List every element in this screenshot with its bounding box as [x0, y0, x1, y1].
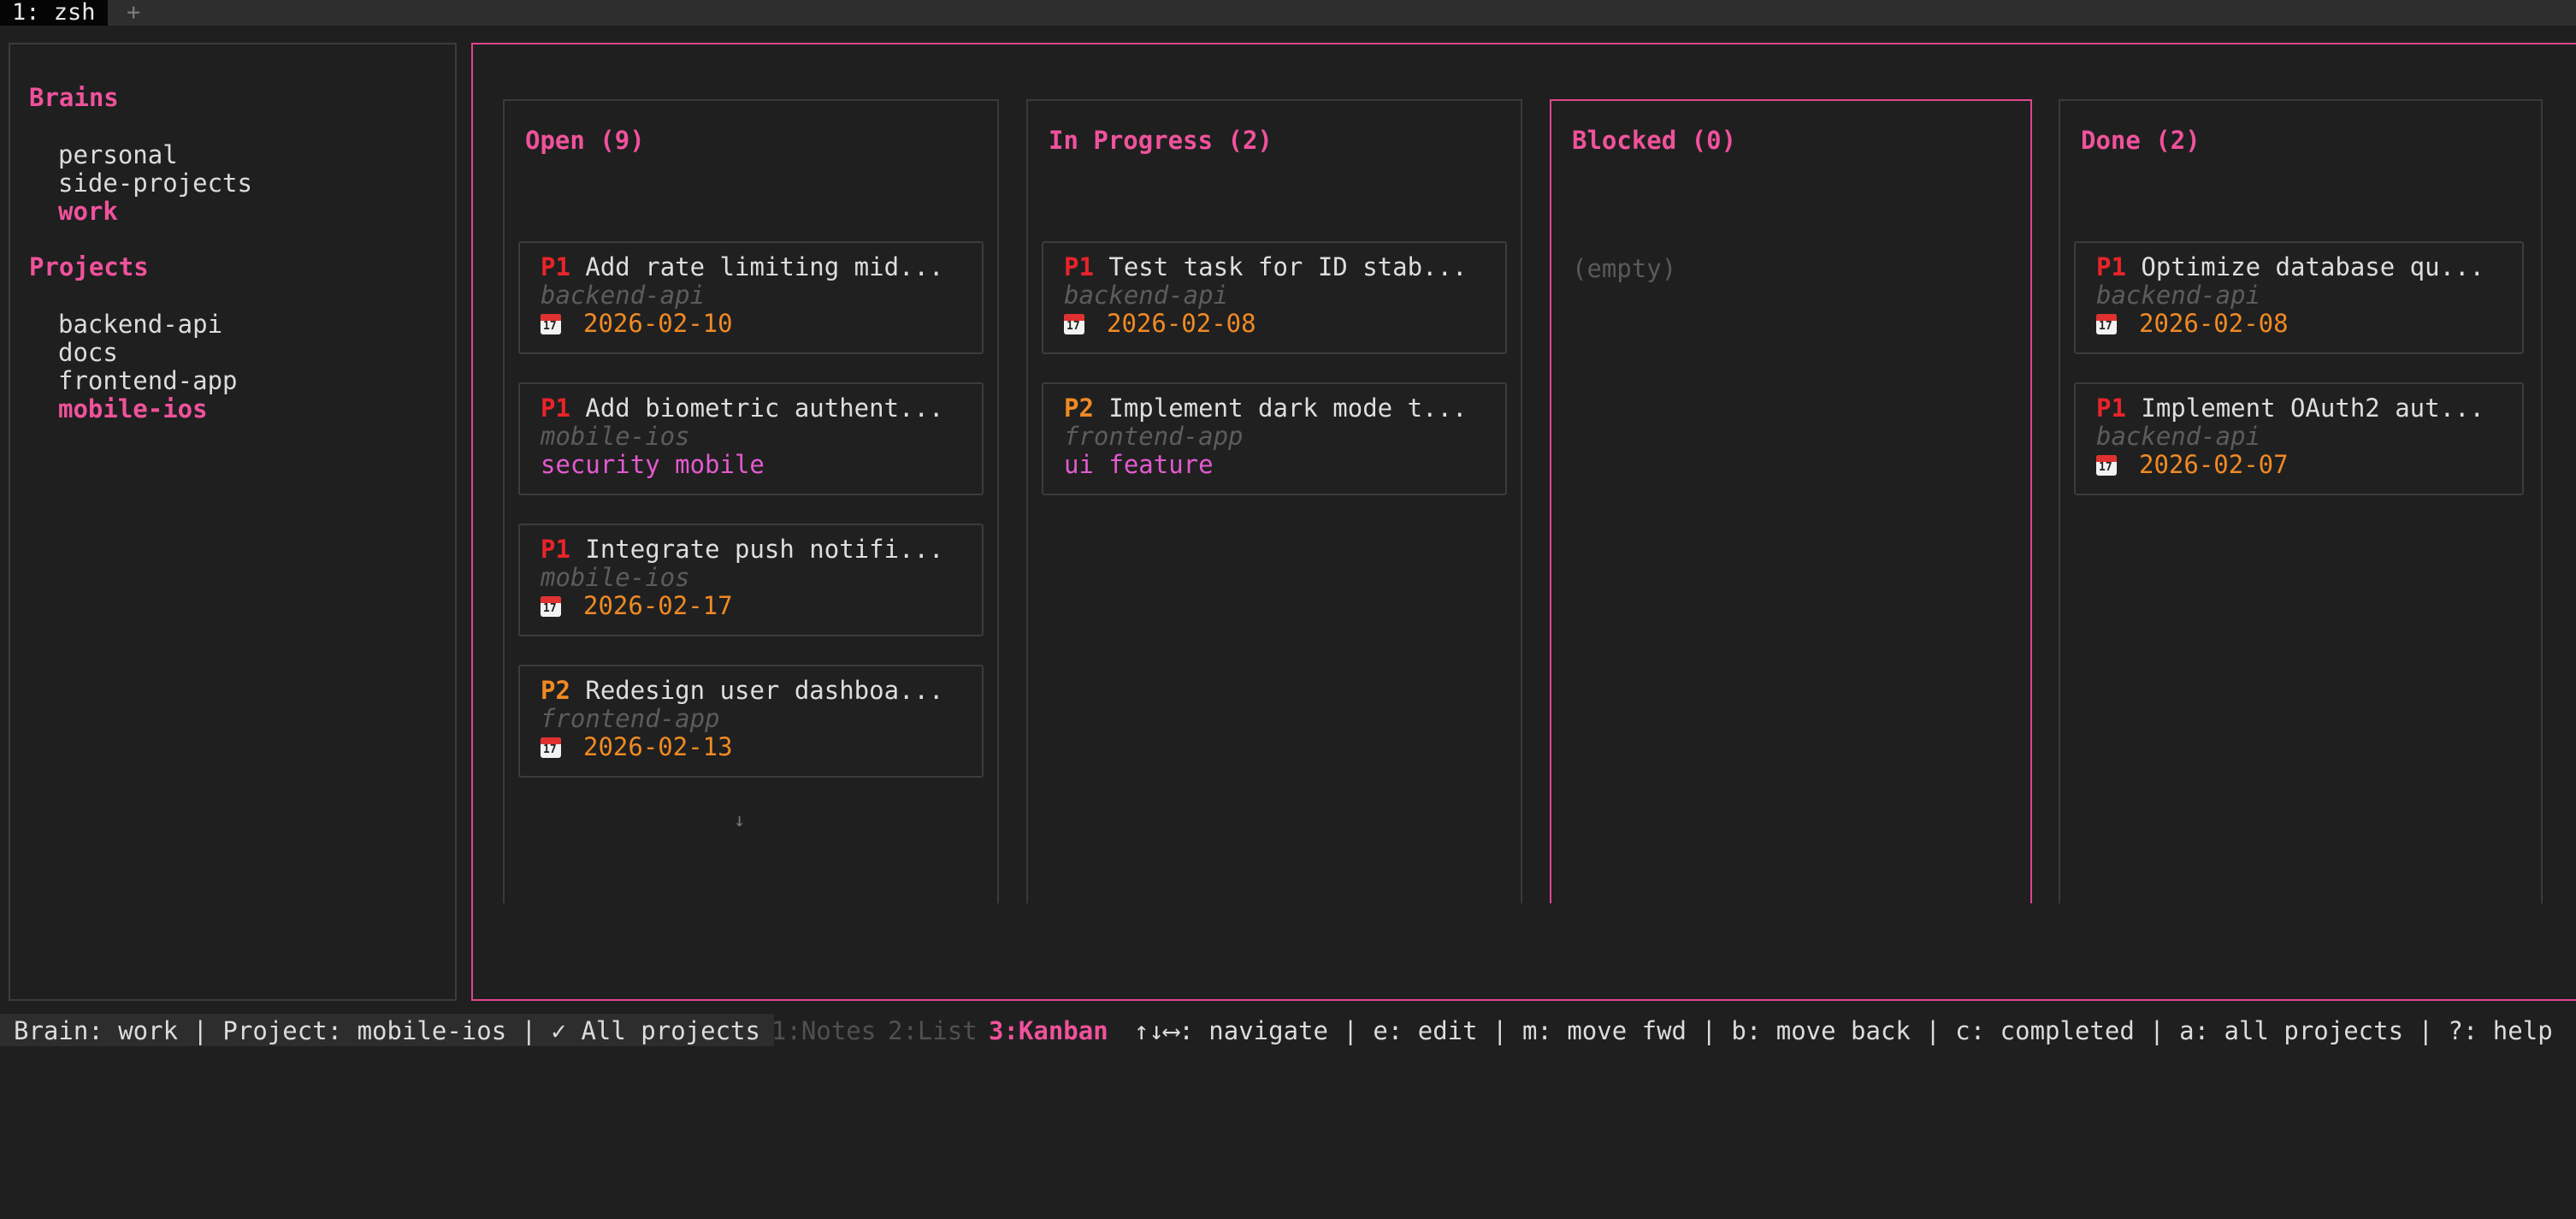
calendar-icon [2096, 314, 2117, 334]
sidebar-item-brain-work[interactable]: work [58, 198, 118, 226]
task-project: backend-api [1064, 281, 1229, 310]
column-title: Open (9) [525, 126, 645, 155]
task-card[interactable]: P1 Implement OAuth2 aut... backend-api 2… [2074, 382, 2524, 495]
task-card[interactable]: P2 Redesign user dashboa... frontend-app… [518, 665, 984, 778]
scroll-more-icon[interactable]: ↓ [734, 807, 745, 835]
due-date: 2026-02-08 [2139, 309, 2289, 338]
due-date: 2026-02-13 [583, 732, 733, 761]
task-title: Redesign user dashboa... [585, 676, 944, 705]
column-title: In Progress (2) [1049, 126, 1273, 155]
task-title: Add rate limiting mid... [585, 252, 944, 281]
calendar-icon [541, 737, 561, 758]
sidebar-item-brain-personal[interactable]: personal [58, 141, 178, 169]
sidebar-item-project-mobile-ios[interactable]: mobile-ios [58, 395, 208, 423]
priority-badge: P2 [541, 676, 570, 705]
due-date: 2026-02-10 [583, 309, 733, 338]
calendar-icon [1064, 314, 1084, 334]
task-tags: ui feature [1064, 450, 1214, 479]
sidebar-item-project-docs[interactable]: docs [58, 339, 118, 367]
priority-badge: P1 [541, 535, 570, 564]
task-card[interactable]: P1 Optimize database qu... backend-api 2… [2074, 241, 2524, 354]
sidebar-item-brain-side-projects[interactable]: side-projects [58, 169, 252, 198]
due-date: 2026-02-08 [1107, 309, 1256, 338]
sidebar-item-project-backend-api[interactable]: backend-api [58, 311, 222, 339]
task-title: Test task for ID stab... [1108, 252, 1468, 281]
calendar-icon [541, 314, 561, 334]
task-card[interactable]: P1 Add rate limiting mid... backend-api … [518, 241, 984, 354]
due-date: 2026-02-07 [2139, 450, 2289, 479]
task-card[interactable]: P1 Integrate push notifi... mobile-ios 2… [518, 524, 984, 636]
calendar-icon [2096, 455, 2117, 476]
priority-badge: P1 [2096, 252, 2126, 281]
task-project: mobile-ios [541, 563, 690, 592]
sidebar-item-project-frontend-app[interactable]: frontend-app [58, 367, 238, 395]
keybinding-hints: ↑↓⟷: navigate | e: edit | m: move fwd | … [1134, 1016, 2553, 1045]
task-project: backend-api [541, 281, 706, 310]
empty-column-placeholder: (empty) [1572, 254, 1677, 283]
column-title: Done (2) [2081, 126, 2201, 155]
task-project: frontend-app [541, 704, 720, 733]
task-card[interactable]: P2 Implement dark mode t... frontend-app… [1042, 382, 1507, 495]
kanban-column-in-progress[interactable]: In Progress (2) P1 Test task for ID stab… [1026, 99, 1522, 903]
status-context: Brain: work | Project: mobile-ios | ✓ Al… [0, 1014, 774, 1046]
terminal-tab-bar: 1: zsh + [0, 0, 2576, 26]
status-bar: Brain: work | Project: mobile-ios | ✓ Al… [0, 1014, 2576, 1048]
task-card[interactable]: P1 Test task for ID stab... backend-api … [1042, 241, 1507, 354]
column-title: Blocked (0) [1572, 126, 1737, 155]
view-tab-list[interactable]: 2:List [888, 1014, 978, 1048]
sidebar: Brains personal side-projects work Proje… [9, 43, 457, 1001]
kanban-column-blocked[interactable]: Blocked (0) (empty) [1550, 99, 2032, 903]
priority-badge: P2 [1064, 394, 1094, 423]
task-title: Implement dark mode t... [1108, 394, 1468, 423]
add-tab-button[interactable]: + [127, 0, 140, 26]
task-project: mobile-ios [541, 422, 690, 451]
task-title: Optimize database qu... [2141, 252, 2484, 281]
view-tab-kanban[interactable]: 3:Kanban [989, 1014, 1108, 1048]
view-tab-notes[interactable]: 1:Notes [771, 1014, 876, 1048]
projects-section-title: Projects [29, 252, 149, 281]
brains-section-title: Brains [29, 83, 119, 112]
task-tags: security mobile [541, 450, 765, 479]
kanban-board: Open (9) P1 Add rate limiting mid... bac… [471, 43, 2576, 1001]
task-title: Integrate push notifi... [585, 535, 944, 564]
priority-badge: P1 [541, 252, 570, 281]
priority-badge: P1 [541, 394, 570, 423]
task-project: backend-api [2096, 422, 2261, 451]
task-title: Add biometric authent... [585, 394, 944, 423]
task-project: frontend-app [1064, 422, 1244, 451]
task-project: backend-api [2096, 281, 2261, 310]
kanban-column-done[interactable]: Done (2) P1 Optimize database qu... back… [2059, 99, 2543, 903]
kanban-column-open[interactable]: Open (9) P1 Add rate limiting mid... bac… [503, 99, 999, 903]
due-date: 2026-02-17 [583, 591, 733, 620]
priority-badge: P1 [2096, 394, 2126, 423]
terminal-tab-zsh[interactable]: 1: zsh [0, 0, 108, 26]
priority-badge: P1 [1064, 252, 1094, 281]
calendar-icon [541, 596, 561, 617]
task-title: Implement OAuth2 aut... [2141, 394, 2484, 423]
task-card[interactable]: P1 Add biometric authent... mobile-ios s… [518, 382, 984, 495]
